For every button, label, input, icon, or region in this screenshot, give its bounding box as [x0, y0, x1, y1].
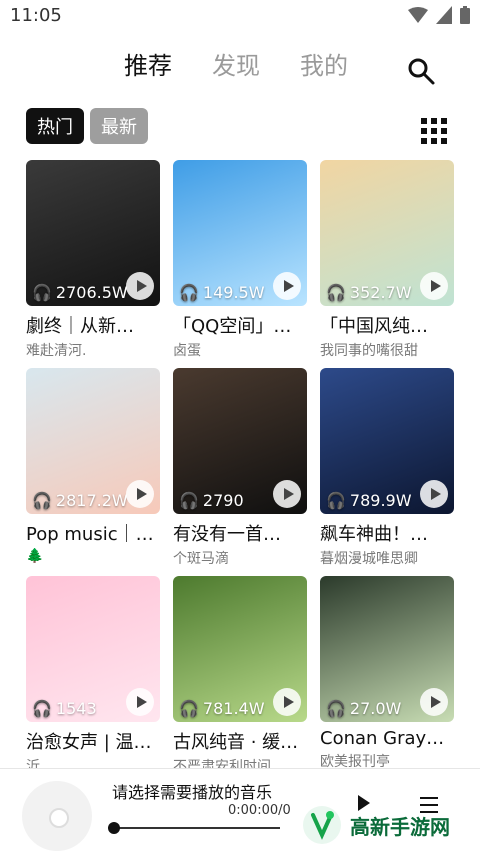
- play-button[interactable]: [273, 480, 301, 508]
- playlist-cover: 🎧 149.5W: [173, 160, 307, 306]
- playlist-cover: 🎧 27.0W: [320, 576, 454, 722]
- album-disc-icon[interactable]: [22, 781, 92, 851]
- play-button[interactable]: [126, 480, 154, 508]
- play-count: 🎧 149.5W: [179, 283, 265, 302]
- play-count-value: 789.9W: [349, 491, 412, 510]
- playlist-title: 飙车神曲！…: [320, 524, 428, 545]
- play-count: 🎧 352.7W: [326, 283, 412, 302]
- playlist-title: 治愈女声 | 温…: [26, 732, 152, 753]
- signal-icon: [436, 6, 452, 24]
- playlist-author: 卤蛋: [173, 343, 201, 359]
- playlist-card[interactable]: 🎧 352.7W 「中国风纯… 我同事的嘴很甜: [320, 160, 454, 360]
- play-button[interactable]: [126, 272, 154, 300]
- play-button[interactable]: [126, 688, 154, 716]
- play-count: 🎧 2790: [179, 491, 244, 510]
- player-track-title: 请选择需要播放的音乐: [112, 783, 273, 802]
- playlist-title: 「中国风纯…: [320, 316, 428, 337]
- headphones-icon: 🎧: [32, 699, 52, 718]
- play-button[interactable]: [273, 272, 301, 300]
- playlist-card[interactable]: 🎧 1543 治愈女声 | 温… 沂: [26, 576, 160, 776]
- playlist-title: 劇终｜从新…: [26, 316, 134, 337]
- playlist-cover: 🎧 352.7W: [320, 160, 454, 306]
- top-tabs: 推荐 发现 我的: [0, 46, 480, 90]
- headphones-icon: 🎧: [326, 699, 346, 718]
- playlist-author: 个斑马滴: [173, 551, 229, 567]
- wifi-icon: [408, 7, 428, 23]
- headphones-icon: 🎧: [179, 699, 199, 718]
- watermark-logo-icon: [303, 806, 341, 844]
- player-progress-track[interactable]: [112, 827, 280, 829]
- tab-recommend[interactable]: 推荐: [124, 46, 172, 81]
- playlist-card[interactable]: 🎧 781.4W 古风纯音 · 缓… 不严肃安利时间: [173, 576, 307, 776]
- play-count-value: 149.5W: [202, 283, 265, 302]
- tab-discover[interactable]: 发现: [212, 46, 260, 81]
- playlist-title: 古风纯音 · 缓…: [173, 732, 299, 753]
- play-count-value: 27.0W: [349, 699, 402, 718]
- filter-latest[interactable]: 最新: [90, 108, 148, 144]
- player-time: 0:00:00/0: [228, 803, 291, 818]
- play-count: 🎧 2706.5W: [32, 283, 128, 302]
- playlist-author: 暮烟漫城唯思卿: [320, 551, 418, 567]
- headphones-icon: 🎧: [179, 283, 199, 302]
- watermark: 高新手游网: [302, 805, 450, 845]
- play-button[interactable]: [420, 480, 448, 508]
- play-count-value: 2706.5W: [55, 283, 128, 302]
- play-count-value: 781.4W: [202, 699, 265, 718]
- battery-icon: [460, 6, 470, 24]
- playlist-card[interactable]: 🎧 2790 有没有一首… 个斑马滴: [173, 368, 307, 568]
- playlist-cover: 🎧 2706.5W: [26, 160, 160, 306]
- playlist-author: 🌲: [26, 548, 44, 564]
- playlist-cover: 🎧 2790: [173, 368, 307, 514]
- headphones-icon: 🎧: [179, 491, 199, 510]
- status-icons: [408, 6, 470, 24]
- play-count-value: 2790: [202, 491, 244, 510]
- playlist-card[interactable]: 🎧 149.5W 「QQ空间」… 卤蛋: [173, 160, 307, 360]
- playlist-author: 我同事的嘴很甜: [320, 343, 418, 359]
- filter-hot[interactable]: 热门: [26, 108, 84, 144]
- playlist-title: 「QQ空间」…: [173, 316, 292, 337]
- playlist-title: Pop music｜…: [26, 524, 154, 545]
- player-progress-knob[interactable]: [108, 822, 120, 834]
- play-count: 🎧 27.0W: [326, 699, 401, 718]
- status-time: 11:05: [10, 5, 62, 26]
- playlist-card[interactable]: 🎧 2706.5W 劇终｜从新… 难赴清河.: [26, 160, 160, 360]
- headphones-icon: 🎧: [326, 491, 346, 510]
- play-count-value: 2817.2W: [55, 491, 128, 510]
- playlist-card[interactable]: 🎧 2817.2W Pop music｜… 🌲: [26, 368, 160, 564]
- play-count-value: 352.7W: [349, 283, 412, 302]
- filter-row: 热门 最新: [26, 108, 148, 144]
- headphones-icon: 🎧: [32, 283, 52, 302]
- search-icon[interactable]: [406, 56, 436, 86]
- play-button[interactable]: [420, 272, 448, 300]
- headphones-icon: 🎧: [326, 283, 346, 302]
- watermark-text: 高新手游网: [350, 814, 450, 839]
- status-bar: 11:05: [0, 0, 480, 32]
- play-count: 🎧 789.9W: [326, 491, 412, 510]
- tab-mine[interactable]: 我的: [300, 46, 348, 81]
- playlist-cover: 🎧 781.4W: [173, 576, 307, 722]
- playlist-title: 有没有一首…: [173, 524, 281, 545]
- play-count-value: 1543: [55, 699, 97, 718]
- playlist-cover: 🎧 2817.2W: [26, 368, 160, 514]
- headphones-icon: 🎧: [32, 491, 52, 510]
- play-button[interactable]: [273, 688, 301, 716]
- play-count: 🎧 1543: [32, 699, 97, 718]
- playlist-cover: 🎧 789.9W: [320, 368, 454, 514]
- playlist-card[interactable]: 🎧 27.0W Conan Gray… 欧美报刊亭: [320, 576, 454, 771]
- playlist-title: Conan Gray…: [320, 728, 445, 749]
- play-count: 🎧 2817.2W: [32, 491, 128, 510]
- playlist-cover: 🎧 1543: [26, 576, 160, 722]
- playlist-card[interactable]: 🎧 789.9W 飙车神曲！… 暮烟漫城唯思卿: [320, 368, 454, 568]
- play-count: 🎧 781.4W: [179, 699, 265, 718]
- grid-view-icon[interactable]: [421, 118, 447, 144]
- play-button[interactable]: [420, 688, 448, 716]
- playlist-author: 难赴清河.: [26, 343, 87, 359]
